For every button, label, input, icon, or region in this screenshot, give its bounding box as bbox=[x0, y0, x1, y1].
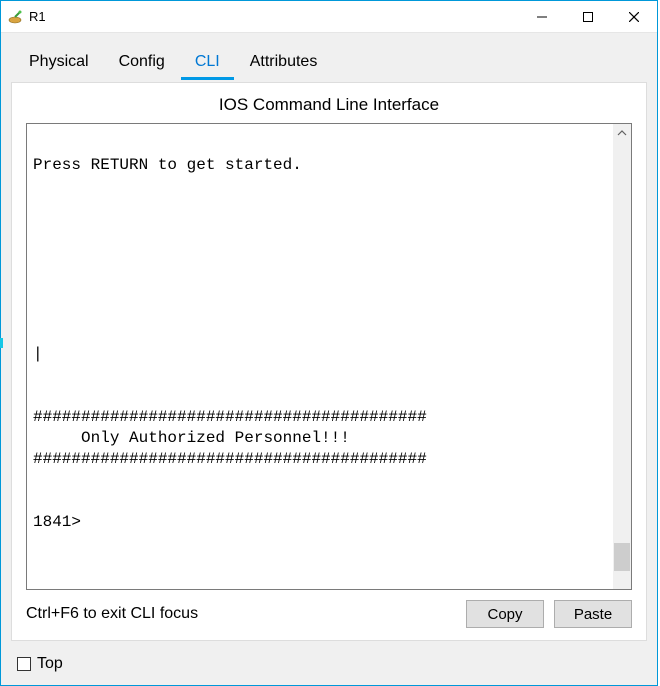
cli-terminal[interactable]: Press RETURN to get started. | #########… bbox=[27, 124, 613, 589]
window-title: R1 bbox=[29, 9, 519, 24]
top-checkbox-label[interactable]: Top bbox=[37, 655, 63, 673]
bottom-bar: Top bbox=[11, 641, 647, 685]
scrollbar[interactable] bbox=[613, 124, 631, 589]
terminal-container: Press RETURN to get started. | #########… bbox=[26, 123, 632, 590]
scroll-up-icon[interactable] bbox=[613, 124, 631, 142]
close-button[interactable] bbox=[611, 1, 657, 32]
focus-hint: Ctrl+F6 to exit CLI focus bbox=[26, 605, 456, 623]
tab-attributes[interactable]: Attributes bbox=[236, 45, 332, 80]
tab-bar: Physical Config CLI Attributes bbox=[11, 45, 647, 80]
content-area: Physical Config CLI Attributes IOS Comma… bbox=[1, 33, 657, 685]
titlebar: R1 bbox=[1, 1, 657, 33]
paste-button[interactable]: Paste bbox=[554, 600, 632, 628]
window-controls bbox=[519, 1, 657, 32]
panel-title: IOS Command Line Interface bbox=[26, 93, 632, 123]
minimize-button[interactable] bbox=[519, 1, 565, 32]
cli-panel: IOS Command Line Interface Press RETURN … bbox=[11, 82, 647, 641]
tab-config[interactable]: Config bbox=[105, 45, 179, 80]
top-checkbox[interactable] bbox=[17, 657, 31, 671]
router-icon bbox=[7, 9, 23, 25]
panel-footer: Ctrl+F6 to exit CLI focus Copy Paste bbox=[26, 590, 632, 628]
edge-marker bbox=[0, 338, 3, 348]
tab-cli[interactable]: CLI bbox=[181, 45, 234, 80]
maximize-button[interactable] bbox=[565, 1, 611, 32]
tab-physical[interactable]: Physical bbox=[15, 45, 103, 80]
copy-button[interactable]: Copy bbox=[466, 600, 544, 628]
app-window: R1 Physical Config CLI Attributes IOS Co… bbox=[0, 0, 658, 686]
scroll-thumb[interactable] bbox=[614, 543, 630, 571]
